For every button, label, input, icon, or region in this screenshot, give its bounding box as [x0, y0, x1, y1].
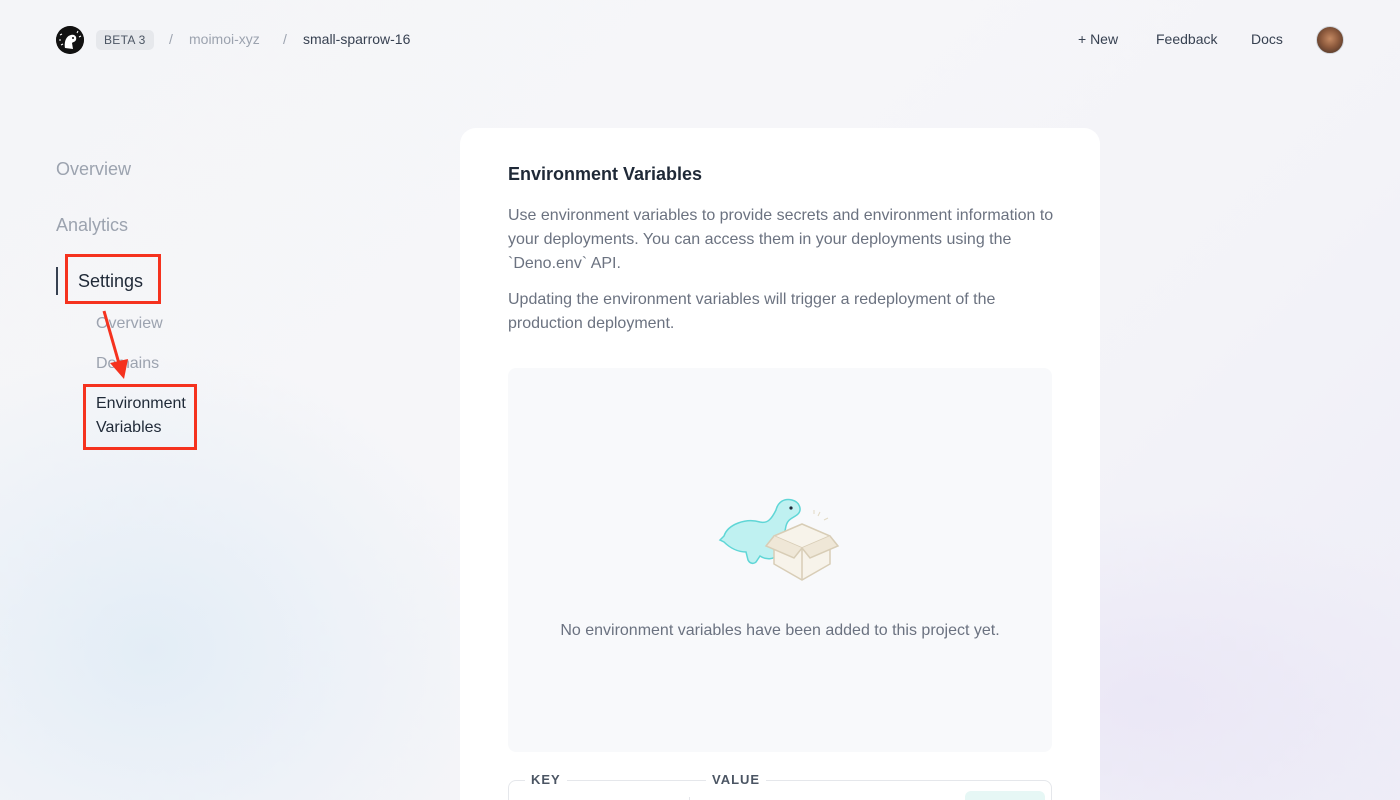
breadcrumb-separator: /	[169, 31, 173, 47]
new-button[interactable]: + New	[1078, 31, 1118, 47]
key-label: KEY	[525, 772, 567, 787]
dino-box-illustration-icon	[718, 498, 840, 581]
top-header: BETA 3 / moimoi-xyz / small-sparrow-16 +…	[0, 0, 1400, 80]
card-description: Use environment variables to provide sec…	[508, 207, 1054, 272]
settings-highlight-box	[65, 254, 161, 304]
sidebar-item-analytics[interactable]: Analytics	[56, 215, 128, 236]
empty-state: No environment variables have been added…	[508, 368, 1052, 752]
card-title: Environment Variables	[508, 164, 703, 184]
add-variable-button[interactable]	[965, 791, 1045, 800]
value-label: VALUE	[706, 772, 767, 787]
docs-link[interactable]: Docs	[1251, 31, 1283, 47]
deno-logo-icon[interactable]	[56, 26, 84, 54]
add-variable-form: KEY VALUE	[508, 772, 1052, 800]
breadcrumb-project[interactable]: small-sparrow-16	[303, 31, 410, 47]
empty-state-message: No environment variables have been added…	[560, 622, 1000, 639]
beta-badge: BETA 3	[96, 30, 154, 50]
user-avatar[interactable]	[1316, 26, 1344, 54]
env-vars-highlight-box	[83, 384, 197, 450]
breadcrumb-separator: /	[283, 31, 287, 47]
annotation-arrow-icon	[102, 310, 128, 379]
feedback-link[interactable]: Feedback	[1156, 31, 1217, 47]
active-indicator	[56, 267, 58, 295]
card-description-redeploy: Updating the environment variables will …	[508, 291, 996, 332]
breadcrumb-org[interactable]: moimoi-xyz	[189, 31, 260, 47]
sidebar-item-overview[interactable]: Overview	[56, 159, 131, 180]
env-vars-card: Environment Variables Use environment va…	[460, 128, 1100, 800]
